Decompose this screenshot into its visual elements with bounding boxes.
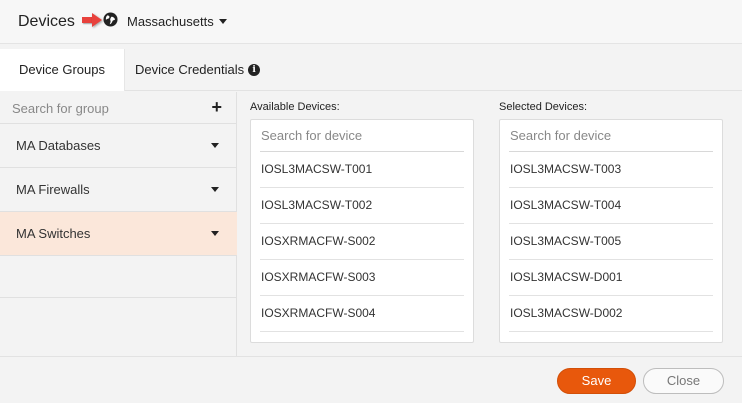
list-item[interactable]: IOSL3MACSW-T002 bbox=[260, 188, 464, 224]
chevron-down-icon bbox=[218, 19, 227, 24]
list-item[interactable]: IOSL3MACSW-D002 bbox=[509, 296, 713, 332]
group-item-ma-switches[interactable]: MA Switches bbox=[0, 212, 237, 256]
region-dropdown[interactable]: Massachusetts bbox=[127, 14, 227, 29]
save-button[interactable]: Save bbox=[557, 368, 636, 394]
tab-device-groups[interactable]: Device Groups bbox=[0, 49, 125, 91]
list-item[interactable]: IOSXRMACFW-S004 bbox=[260, 296, 464, 332]
chevron-down-icon[interactable] bbox=[211, 231, 219, 236]
device-picker: Available Devices: Selected Devices: Sea… bbox=[238, 92, 742, 356]
device-name: IOSL3MACSW-T005 bbox=[510, 234, 622, 248]
search-placeholder: Search for device bbox=[510, 128, 612, 143]
available-device-search-input[interactable]: Search for device bbox=[260, 120, 464, 152]
list-item[interactable]: IOSXRMACFW-S003 bbox=[260, 260, 464, 296]
search-placeholder: Search for device bbox=[261, 128, 363, 143]
available-devices-label: Available Devices: bbox=[250, 101, 340, 113]
callout-arrow-icon bbox=[82, 13, 102, 27]
device-name: IOSL3MACSW-T002 bbox=[261, 198, 373, 212]
tab-device-credentials[interactable]: Device Credentials i bbox=[135, 49, 261, 91]
group-item-label: MA Databases bbox=[16, 138, 101, 153]
group-item-label: MA Switches bbox=[16, 226, 91, 241]
chevron-down-icon[interactable] bbox=[211, 143, 219, 148]
device-name: IOSL3MACSW-T004 bbox=[510, 198, 622, 212]
group-sidebar: Search for group + MA Databases MA Firew… bbox=[0, 92, 237, 356]
chevron-down-icon[interactable] bbox=[211, 187, 219, 192]
list-item[interactable]: IOSL3MACSW-D001 bbox=[509, 260, 713, 296]
close-button[interactable]: Close bbox=[643, 368, 724, 394]
available-devices-list: Search for device IOSL3MACSW-T001 IOSL3M… bbox=[250, 119, 474, 343]
device-name: IOSL3MACSW-D001 bbox=[510, 270, 623, 284]
selected-devices-label: Selected Devices: bbox=[499, 101, 588, 113]
group-item-ma-firewalls[interactable]: MA Firewalls bbox=[0, 168, 237, 212]
list-item[interactable]: IOSL3MACSW-T004 bbox=[509, 188, 713, 224]
group-search-input[interactable]: Search for group + bbox=[0, 92, 237, 124]
page-title: Devices bbox=[18, 13, 75, 30]
group-item-label: MA Firewalls bbox=[16, 182, 90, 197]
device-name: IOSXRMACFW-S004 bbox=[261, 306, 376, 320]
region-dropdown-value: Massachusetts bbox=[127, 14, 214, 29]
device-name: IOSXRMACFW-S003 bbox=[261, 270, 376, 284]
list-item[interactable]: IOSL3MACSW-T001 bbox=[260, 152, 464, 188]
device-name: IOSXRMACFW-S002 bbox=[261, 234, 376, 248]
group-search-placeholder: Search for group bbox=[12, 101, 109, 116]
dialog-footer: Save Close bbox=[0, 356, 742, 403]
selected-device-search-input[interactable]: Search for device bbox=[509, 120, 713, 152]
selected-devices-list: Search for device IOSL3MACSW-T003 IOSL3M… bbox=[499, 119, 723, 343]
globe-icon[interactable] bbox=[103, 12, 118, 27]
list-item[interactable]: IOSL3MACSW-T003 bbox=[509, 152, 713, 188]
info-icon[interactable]: i bbox=[248, 64, 261, 76]
tab-bar: Device Groups Device Credentials i bbox=[0, 45, 742, 122]
sidebar-divider bbox=[0, 297, 237, 298]
list-item[interactable]: IOSXRMACFW-S002 bbox=[260, 224, 464, 260]
list-item[interactable]: IOSL3MACSW-T005 bbox=[509, 224, 713, 260]
device-name: IOSL3MACSW-T001 bbox=[261, 162, 373, 176]
device-name: IOSL3MACSW-T003 bbox=[510, 162, 622, 176]
page-header: Devices Massachusetts bbox=[0, 0, 742, 44]
tab-device-groups-label: Device Groups bbox=[19, 62, 105, 77]
tab-device-credentials-label: Device Credentials bbox=[135, 62, 245, 77]
group-item-ma-databases[interactable]: MA Databases bbox=[0, 124, 237, 168]
device-name: IOSL3MACSW-D002 bbox=[510, 306, 623, 320]
plus-icon[interactable]: + bbox=[211, 97, 222, 118]
